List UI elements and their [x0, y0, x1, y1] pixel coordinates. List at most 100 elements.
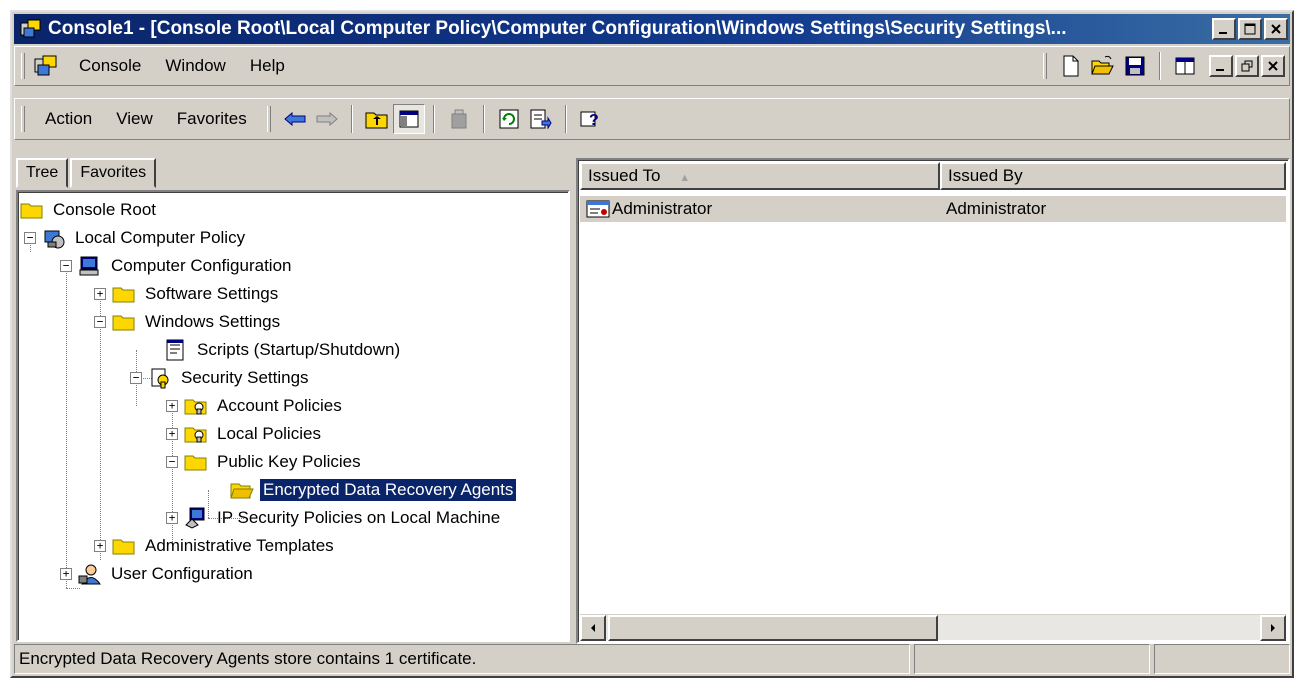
tree-node-encrypted-data-recovery-agents[interactable]: Encrypted Data Recovery Agents [230, 476, 518, 504]
collapse-toggle[interactable]: − [24, 232, 36, 244]
minimize-button[interactable] [1212, 18, 1236, 40]
tree-node-scripts[interactable]: Scripts (Startup/Shutdown) [164, 336, 403, 364]
expand-toggle[interactable]: + [94, 540, 106, 552]
maximize-button[interactable] [1238, 18, 1262, 40]
scroll-right-button[interactable] [1260, 615, 1286, 641]
help-icon: ? [580, 111, 599, 129]
action-toolbar: Action View Favorites ? [14, 98, 1290, 140]
folder-icon [20, 203, 43, 219]
tree-node-local-policies[interactable]: + Local Policies [166, 420, 324, 448]
save-icon [1125, 56, 1145, 76]
tree-node-console-root[interactable]: Console Root [20, 196, 159, 224]
delete-button[interactable] [443, 104, 475, 134]
cell-issued-by: Administrator [946, 199, 1047, 218]
expand-toggle[interactable]: + [166, 400, 178, 412]
folder-icon [112, 539, 135, 555]
mmc-app-icon [20, 19, 41, 38]
tab-favorites[interactable]: Favorites [70, 158, 157, 188]
scroll-thumb[interactable] [608, 615, 938, 641]
tree-node-software-settings[interactable]: + Software Settings [94, 280, 281, 308]
up-folder-icon [365, 112, 388, 129]
tree-node-ip-security-policies[interactable]: + IP Security Policies on Local Machine [166, 504, 503, 532]
show-hide-tree-button[interactable] [392, 104, 425, 134]
new-window-button[interactable] [1169, 51, 1201, 81]
svg-text:?: ? [589, 112, 599, 129]
menu-action[interactable]: Action [33, 105, 104, 133]
restore-icon [1241, 60, 1253, 72]
tree-node-local-computer-policy[interactable]: − Local Computer Policy [24, 224, 248, 252]
collapse-toggle[interactable]: − [60, 260, 72, 272]
new-button[interactable] [1055, 51, 1087, 81]
open-folder-icon [1091, 55, 1114, 75]
expand-toggle[interactable]: + [60, 568, 72, 580]
back-arrow-icon [283, 112, 306, 126]
new-window-icon [1175, 57, 1195, 75]
menu-grip[interactable] [21, 53, 25, 79]
ip-security-icon [185, 507, 205, 529]
folder-icon [112, 287, 135, 303]
refresh-button[interactable] [493, 104, 525, 134]
tab-tree[interactable]: Tree [16, 158, 69, 188]
security-icon [151, 368, 169, 389]
mdi-close-button[interactable] [1261, 55, 1285, 77]
close-icon [1271, 24, 1281, 34]
tree-node-windows-settings[interactable]: − Windows Settings [94, 308, 283, 336]
toolbar-grip[interactable] [1043, 53, 1047, 79]
arrow-left-icon [591, 624, 595, 632]
mmc-window: Console1 - [Console Root\Local Computer … [10, 10, 1294, 678]
export-list-icon [530, 109, 552, 129]
toolbar-separator [482, 105, 485, 133]
mdi-restore-button[interactable] [1235, 55, 1259, 77]
sort-ascending-icon: ▲ [679, 172, 691, 184]
menu-view[interactable]: View [104, 105, 165, 133]
action-grip[interactable] [21, 106, 25, 132]
menu-console[interactable]: Console [67, 52, 153, 80]
tree-node-computer-configuration[interactable]: − Computer Configuration [60, 252, 294, 280]
open-folder-icon [230, 483, 254, 499]
scroll-left-button[interactable] [580, 615, 606, 641]
policy-folder-icon [184, 399, 207, 415]
expand-toggle[interactable]: + [94, 288, 106, 300]
column-header-issued-to[interactable]: Issued To ▲ [580, 162, 940, 190]
open-button[interactable] [1087, 51, 1119, 81]
close-icon [1268, 61, 1278, 71]
collapse-toggle[interactable]: − [94, 316, 106, 328]
tree-node-user-configuration[interactable]: + User Configuration [60, 560, 256, 588]
nav-grip[interactable] [266, 106, 271, 132]
forward-arrow-icon [316, 112, 338, 126]
menu-help[interactable]: Help [238, 52, 297, 80]
menu-favorites[interactable]: Favorites [165, 105, 259, 133]
refresh-icon [499, 109, 519, 129]
mdi-minimize-button[interactable] [1209, 55, 1233, 77]
up-level-button[interactable] [361, 104, 393, 134]
collapse-toggle[interactable]: − [166, 456, 178, 468]
back-button[interactable] [279, 104, 311, 134]
collapse-toggle[interactable]: − [130, 372, 142, 384]
expand-toggle[interactable]: + [166, 512, 178, 524]
tree-node-account-policies[interactable]: + Account Policies [166, 392, 345, 420]
save-button[interactable] [1119, 51, 1151, 81]
column-header-issued-by[interactable]: Issued By [940, 162, 1286, 190]
expand-toggle[interactable]: + [166, 428, 178, 440]
horizontal-scrollbar[interactable] [580, 614, 1286, 641]
tree-node-public-key-policies[interactable]: − Public Key Policies [166, 448, 364, 476]
close-button[interactable] [1264, 18, 1288, 40]
column-header-issued-to-label: Issued To [588, 166, 661, 185]
result-pane: Issued To ▲ Issued By Administrator Admi… [576, 158, 1290, 644]
export-list-button[interactable] [525, 104, 557, 134]
script-icon [166, 339, 184, 361]
list-row[interactable]: Administrator Administrator [580, 196, 1286, 222]
tree-node-administrative-templates[interactable]: + Administrative Templates [94, 532, 337, 560]
console-icon [34, 55, 57, 76]
folder-icon [112, 315, 135, 331]
forward-button[interactable] [311, 104, 343, 134]
policy-icon [44, 230, 65, 249]
help-button[interactable]: ? [575, 104, 607, 134]
folder-icon [184, 455, 207, 471]
title-bar[interactable]: Console1 - [Console Root\Local Computer … [14, 14, 1290, 44]
menu-window[interactable]: Window [153, 52, 237, 80]
delete-icon [451, 109, 467, 129]
tree-node-security-settings[interactable]: − Security Settings [130, 364, 312, 392]
status-text: Encrypted Data Recovery Agents store con… [14, 644, 910, 674]
tree-pane: Tree Favorites Console Root − Local Comp… [16, 158, 570, 644]
